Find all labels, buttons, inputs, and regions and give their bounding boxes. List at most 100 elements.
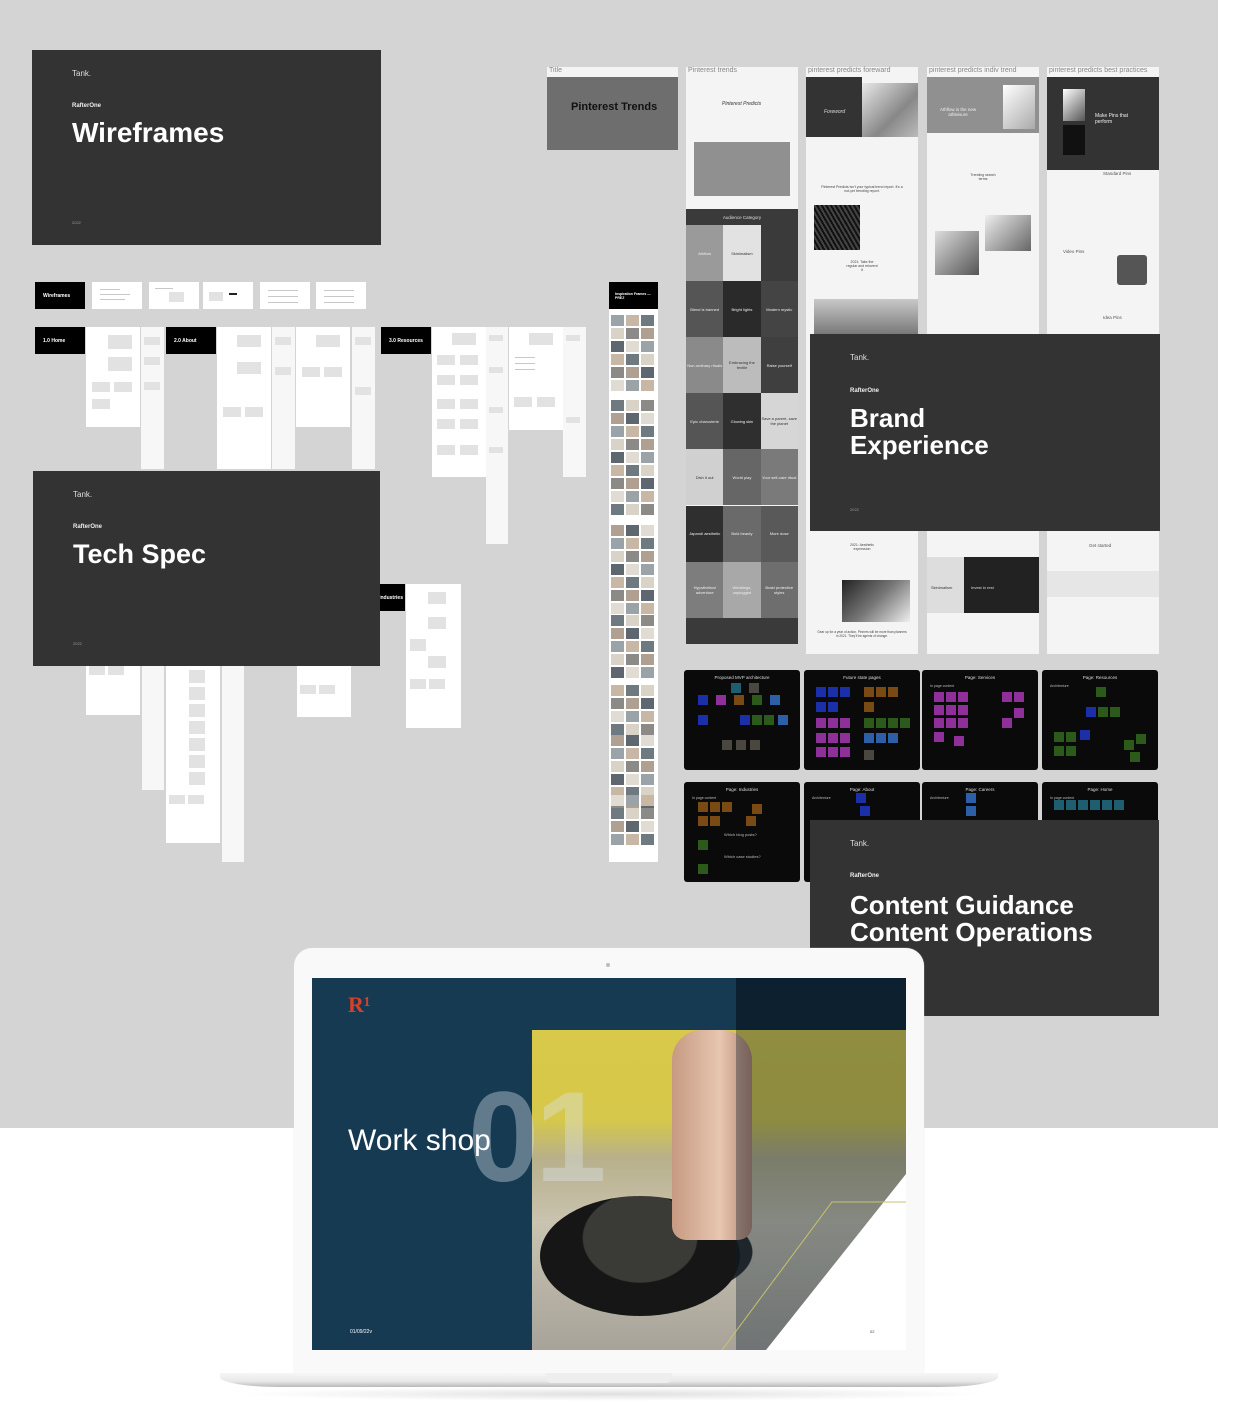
sticky-note[interactable]	[1124, 740, 1134, 750]
sticky-note[interactable]	[746, 816, 756, 826]
sticky-note[interactable]	[1110, 707, 1120, 717]
sticky-note[interactable]	[710, 802, 720, 812]
about-wireframe-page[interactable]	[217, 327, 271, 469]
architecture-board[interactable]: Page: Resources Architecture	[1042, 670, 1158, 770]
sticky-note[interactable]	[876, 718, 886, 728]
inspiration-section-label[interactable]: Inspiration Frames — PREZ	[609, 282, 658, 309]
architecture-board[interactable]: Page: Industries In page content Which blo…	[684, 782, 800, 882]
resources-mobile-wireframe[interactable]	[563, 327, 586, 477]
resources-section-label[interactable]: 3.0 Resources	[381, 327, 431, 354]
sticky-note[interactable]	[816, 718, 826, 728]
sticky-note[interactable]	[1014, 708, 1024, 718]
tech-spec-wireframe[interactable]	[166, 660, 220, 843]
sticky-note[interactable]	[1002, 718, 1012, 728]
sticky-note[interactable]	[1054, 746, 1064, 756]
sticky-note[interactable]	[958, 705, 968, 715]
sticky-note[interactable]	[934, 692, 944, 702]
inspiration-image-board[interactable]	[609, 309, 658, 862]
home-mobile-wireframe[interactable]	[141, 327, 164, 469]
about-mobile-wireframe[interactable]	[352, 327, 375, 469]
sticky-note[interactable]	[698, 840, 708, 850]
sticky-note[interactable]	[1086, 707, 1096, 717]
about-section-label[interactable]: 2.0 About	[166, 327, 216, 354]
sticky-note[interactable]	[816, 687, 826, 697]
sticky-note[interactable]	[698, 715, 708, 725]
sticky-note[interactable]	[740, 715, 750, 725]
resources-wireframe-page[interactable]	[432, 327, 486, 477]
tech-spec-mobile-wireframe[interactable]	[222, 660, 244, 862]
pinterest-trends-frame[interactable]: Pinterest Predicts Audience Category Ath…	[686, 77, 798, 644]
sticky-note[interactable]	[946, 705, 956, 715]
sticky-note[interactable]	[1054, 732, 1064, 742]
sticky-note[interactable]	[816, 733, 826, 743]
sticky-note[interactable]	[828, 733, 838, 743]
sticky-note[interactable]	[722, 740, 732, 750]
sticky-note[interactable]	[860, 806, 870, 816]
workshop-slide[interactable]: 01 R¹ Work shop 01/09/22v 02	[312, 978, 906, 1350]
sticky-note[interactable]	[888, 718, 898, 728]
sticky-note[interactable]	[966, 793, 976, 803]
sticky-note[interactable]	[888, 733, 898, 743]
home-wireframe-page[interactable]	[86, 327, 140, 427]
sticky-note[interactable]	[828, 718, 838, 728]
sticky-note[interactable]	[710, 816, 720, 826]
sticky-note[interactable]	[752, 695, 762, 705]
architecture-board[interactable]: Future state pages	[804, 670, 920, 770]
sticky-note[interactable]	[1078, 800, 1088, 810]
sticky-note[interactable]	[698, 864, 708, 874]
home-section-label[interactable]: 1.0 Home	[35, 327, 85, 354]
sticky-note[interactable]	[816, 747, 826, 757]
sticky-note[interactable]	[731, 683, 741, 693]
sticky-note[interactable]	[828, 687, 838, 697]
sticky-note[interactable]	[864, 718, 874, 728]
sticky-note[interactable]	[698, 695, 708, 705]
tech-spec-wireframe[interactable]	[86, 660, 140, 715]
sticky-note[interactable]	[876, 733, 886, 743]
sticky-note[interactable]	[750, 740, 760, 750]
sticky-note[interactable]	[752, 804, 762, 814]
sticky-note[interactable]	[864, 702, 874, 712]
resources-detail-page[interactable]	[509, 327, 563, 430]
sticky-note[interactable]	[1096, 687, 1106, 697]
sticky-note[interactable]	[778, 715, 788, 725]
sticky-note[interactable]	[1098, 707, 1108, 717]
sticky-note[interactable]	[856, 793, 866, 803]
sticky-note[interactable]	[1066, 746, 1076, 756]
about-wireframe-page[interactable]	[296, 327, 350, 427]
sticky-note[interactable]	[1090, 800, 1100, 810]
sticky-note[interactable]	[1066, 732, 1076, 742]
sticky-note[interactable]	[764, 715, 774, 725]
tech-spec-mobile-wireframe[interactable]	[142, 660, 164, 790]
sticky-note[interactable]	[1002, 692, 1012, 702]
sticky-note[interactable]	[722, 802, 732, 812]
sticky-note[interactable]	[1080, 730, 1090, 740]
wireframes-section-label[interactable]: Wireframes	[35, 282, 85, 309]
tech-spec-wireframe[interactable]	[297, 660, 351, 717]
sticky-note[interactable]	[752, 715, 762, 725]
sticky-note[interactable]	[934, 718, 944, 728]
sticky-note[interactable]	[900, 718, 910, 728]
sticky-note[interactable]	[828, 702, 838, 712]
pinterest-title-frame[interactable]: Pinterest Trends	[547, 77, 678, 150]
wireframe-thumb[interactable]	[149, 282, 199, 309]
about-mobile-wireframe[interactable]	[272, 327, 295, 469]
sticky-note[interactable]	[1114, 800, 1124, 810]
sticky-note[interactable]	[966, 806, 976, 816]
sticky-note[interactable]	[816, 702, 826, 712]
sticky-note[interactable]	[716, 695, 726, 705]
sticky-note[interactable]	[749, 683, 759, 693]
architecture-board[interactable]: Page: Services In page content	[922, 670, 1038, 770]
sticky-note[interactable]	[698, 802, 708, 812]
sticky-note[interactable]	[736, 740, 746, 750]
wireframes-cover-slide[interactable]: Tank. RafterOne Wireframes 2022	[32, 50, 381, 245]
sticky-note[interactable]	[1066, 800, 1076, 810]
sticky-note[interactable]	[770, 695, 780, 705]
sticky-note[interactable]	[1054, 800, 1064, 810]
resources-mobile-wireframe[interactable]	[486, 327, 508, 544]
sticky-note[interactable]	[1130, 752, 1140, 762]
architecture-board[interactable]: Proposed MVP architecture	[684, 670, 800, 770]
sticky-note[interactable]	[946, 718, 956, 728]
tech-spec-cover-slide[interactable]: Tank. RafterOne Tech Spec 2022	[33, 471, 380, 666]
sticky-note[interactable]	[934, 732, 944, 742]
sticky-note[interactable]	[840, 733, 850, 743]
